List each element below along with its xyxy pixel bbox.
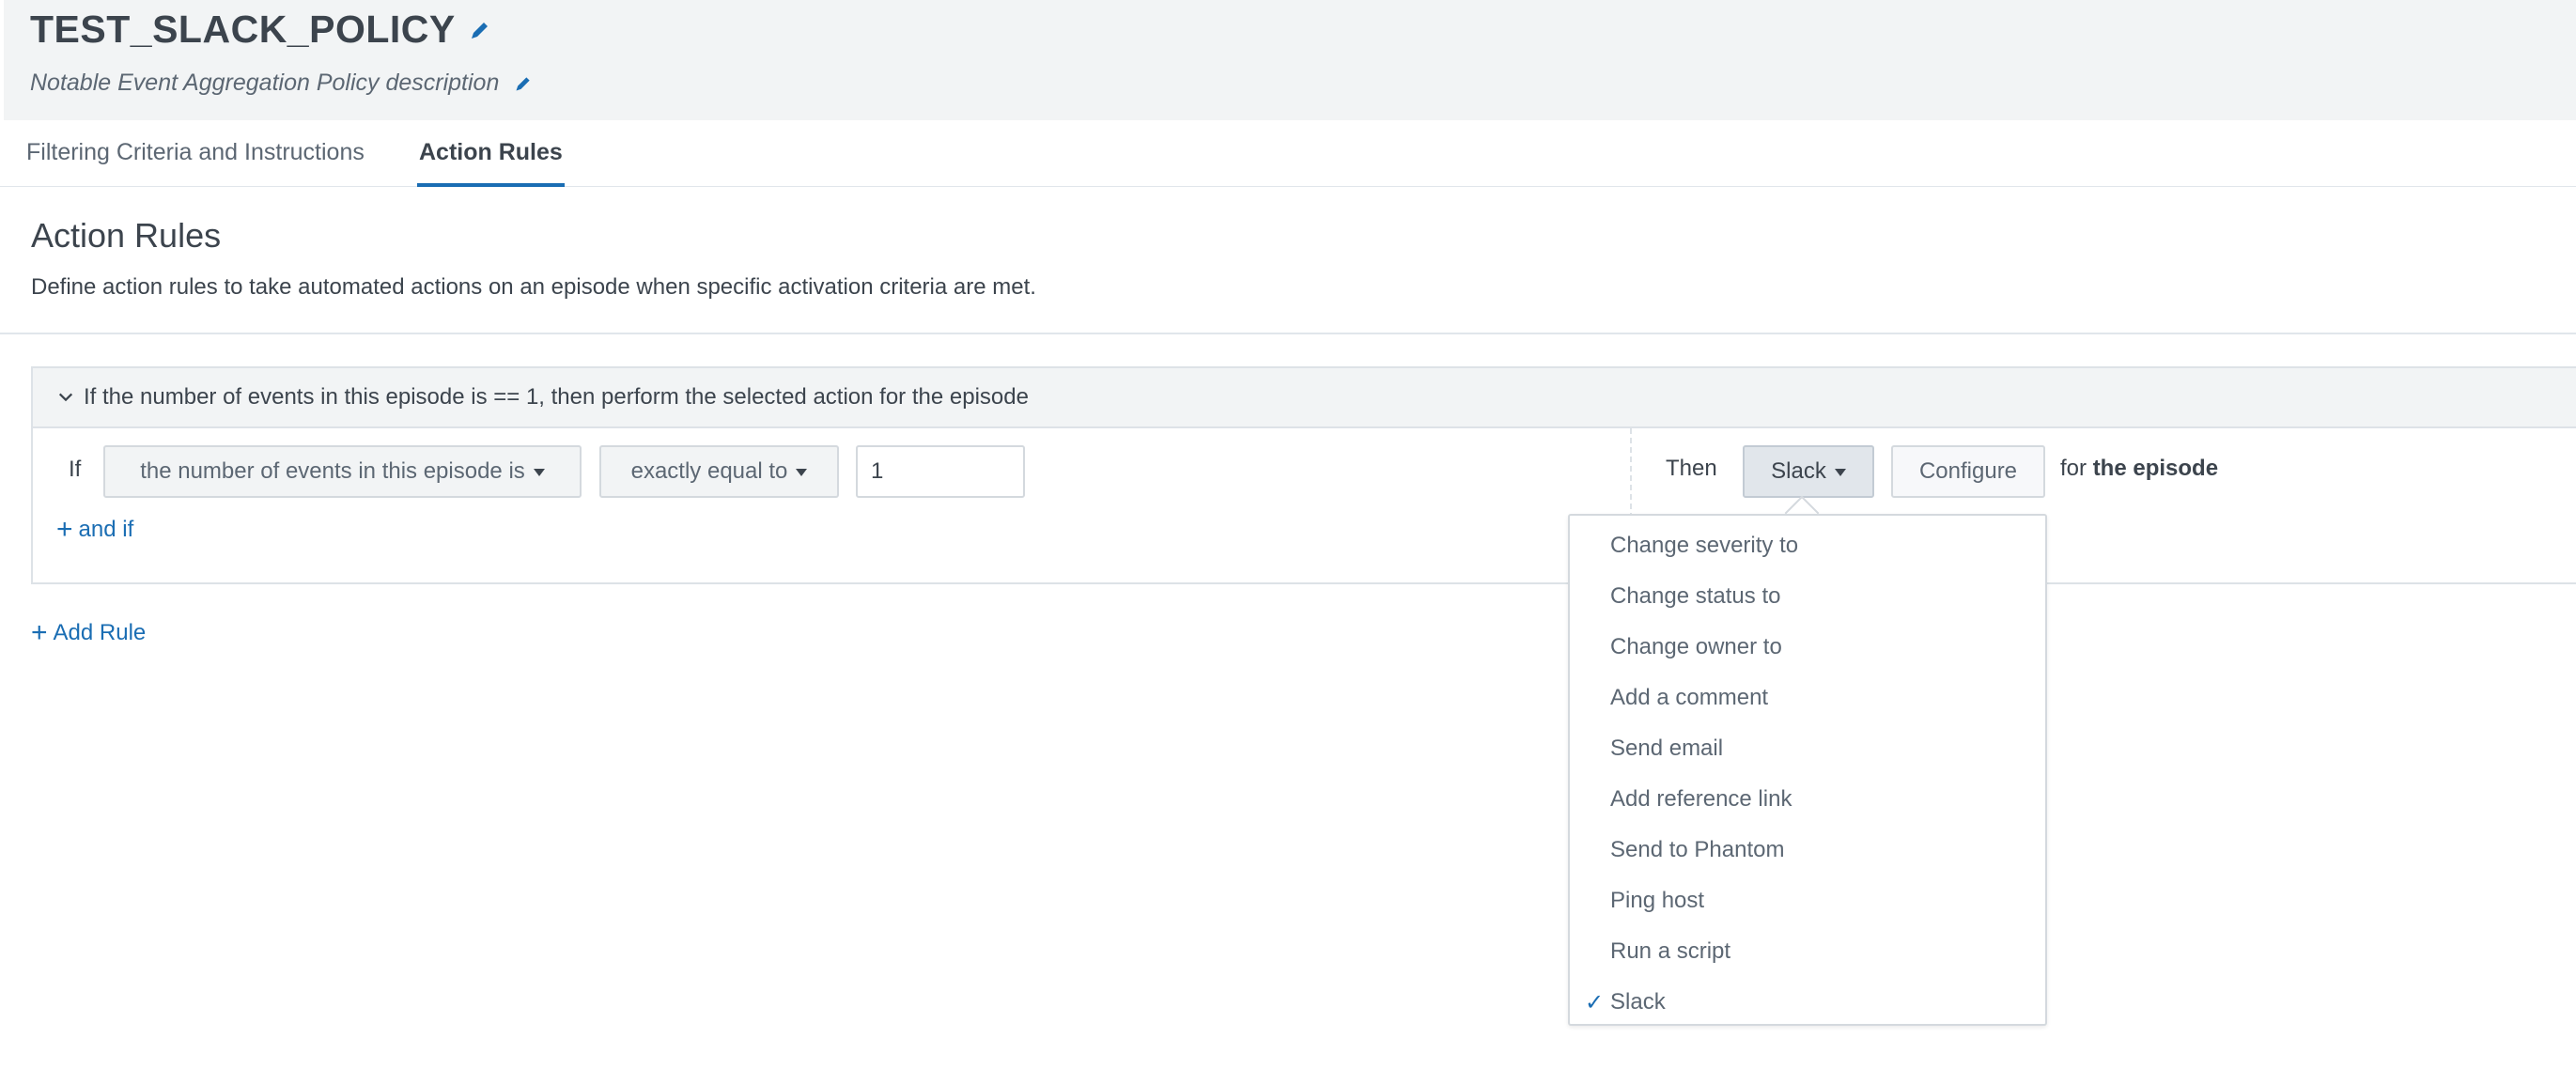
menu-item-send-email[interactable]: Send email [1572,723,2045,774]
add-rule-link[interactable]: + Add Rule [31,617,147,648]
menu-item-label: Add reference link [1610,786,1792,812]
action-rule-panel: If the number of events in this episode … [31,366,2576,584]
caret-down-icon [796,469,808,476]
menu-item-change-owner[interactable]: Change owner to [1572,622,2045,673]
add-rule-label: Add Rule [53,620,147,645]
configure-button[interactable]: Configure [1891,445,2045,498]
section-divider [0,333,2576,334]
and-if-label: and if [78,517,134,542]
menu-item-send-to-phantom[interactable]: Send to Phantom [1572,825,2045,875]
action-type-value: Slack [1771,458,1826,484]
menu-item-label: Ping host [1610,888,1705,913]
section-title: Action Rules [31,216,222,255]
menu-item-ping-host[interactable]: Ping host [1572,875,2045,926]
caret-down-icon [1834,469,1846,476]
condition-field-dropdown[interactable]: the number of events in this episode is [103,445,582,498]
checkmark-icon: ✓ [1585,989,1605,1015]
for-episode-text: for the episode [2060,456,2218,482]
caret-down-icon [533,469,545,476]
policy-header: TEST_SLACK_POLICY Notable Event Aggregat… [0,0,2576,120]
edit-description-pencil-icon[interactable] [514,74,533,93]
then-label: Then [1666,456,1717,481]
edit-title-pencil-icon[interactable] [469,19,491,41]
add-and-if-link[interactable]: + and if [56,514,134,545]
menu-item-label: Run a script [1610,938,1731,964]
menu-item-run-script[interactable]: Run a script [1572,926,2045,977]
menu-item-label: Change owner to [1610,634,1782,659]
condition-operator-value: exactly equal to [630,458,788,484]
menu-item-change-status[interactable]: Change status to [1572,571,2045,622]
policy-title: TEST_SLACK_POLICY [30,8,456,51]
action-type-menu: Change severity to Change status to Chan… [1568,514,2047,1026]
for-target: the episode [2092,456,2219,481]
condition-operator-dropdown[interactable]: exactly equal to [599,445,839,498]
title-row: TEST_SLACK_POLICY [30,8,491,52]
tab-filtering-criteria[interactable]: Filtering Criteria and Instructions [26,120,365,187]
menu-item-add-reference-link[interactable]: Add reference link [1572,774,2045,825]
menu-item-label: Add a comment [1610,685,1769,710]
menu-item-label: Change severity to [1610,533,1799,558]
condition-field-value: the number of events in this episode is [140,458,525,484]
rule-summary-header[interactable]: If the number of events in this episode … [33,368,2576,428]
plus-icon: + [31,617,48,648]
if-label: If [69,457,82,482]
for-prefix: for [2060,456,2087,481]
menu-item-change-severity[interactable]: Change severity to [1572,520,2045,571]
policy-description: Notable Event Aggregation Policy descrip… [30,70,500,96]
menu-item-label: Slack [1610,989,1666,1015]
plus-icon: + [56,514,73,545]
menu-item-label: Send to Phantom [1610,837,1785,862]
menu-item-label: Send email [1610,736,1724,761]
tab-bar: Filtering Criteria and Instructions Acti… [0,120,2576,187]
menu-item-label: Change status to [1610,583,1781,609]
condition-value-input[interactable] [856,445,1025,498]
tab-action-rules[interactable]: Action Rules [417,120,565,187]
menu-item-add-comment[interactable]: Add a comment [1572,673,2045,723]
section-description: Define action rules to take automated ac… [31,274,1036,300]
action-type-dropdown[interactable]: Slack [1743,445,1874,498]
description-row: Notable Event Aggregation Policy descrip… [30,70,533,97]
menu-item-slack[interactable]: ✓ Slack [1572,977,2045,1028]
rule-summary-text: If the number of events in this episode … [84,384,1029,410]
chevron-down-icon [58,393,73,402]
